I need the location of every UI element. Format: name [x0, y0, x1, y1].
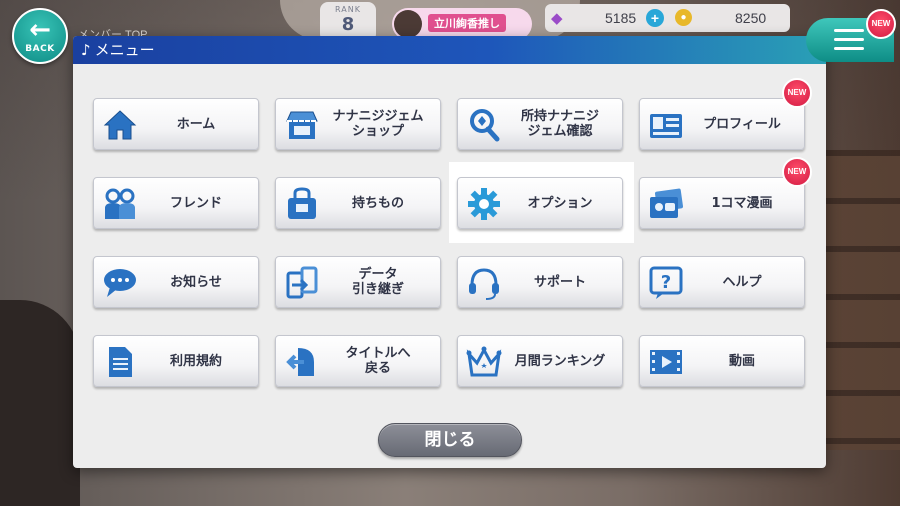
menu-item-label: 月間ランキング	[514, 353, 606, 369]
menu-dialog: ♪ メニュー ホーム ナナニジジェム ショップ 所持ナナニジ ジェム確認 プロフ…	[73, 36, 826, 468]
menu-item-help[interactable]: ? ヘルプ	[639, 256, 805, 308]
document-icon	[109, 347, 132, 377]
add-gem-button[interactable]: +	[646, 9, 664, 27]
crown-icon	[466, 346, 502, 377]
gear-icon	[468, 188, 500, 220]
profile-card-icon	[650, 114, 682, 138]
rank-label: RANK	[335, 5, 361, 14]
friends-icon	[105, 188, 135, 219]
menu-item-support[interactable]: サポート	[457, 256, 623, 308]
currency-bar: ◆ 5185 + ● 8250	[545, 4, 790, 32]
menu-item-label: 持ちもの	[351, 195, 404, 211]
menu-item-terms[interactable]: 利用規約	[93, 335, 259, 387]
coin-count: 8250	[735, 10, 767, 26]
menu-item-label: ヘルプ	[722, 274, 762, 290]
menu-item-monthly-ranking[interactable]: 月間ランキング	[457, 335, 623, 387]
music-note-icon: ♪	[81, 41, 91, 59]
menu-item-comic[interactable]: 1コマ漫画	[639, 177, 805, 229]
home-icon	[103, 110, 137, 140]
bag-icon	[288, 187, 316, 219]
return-title-icon	[286, 348, 314, 376]
svg-text:?: ?	[661, 272, 671, 293]
video-icon	[650, 350, 682, 374]
shop-icon	[286, 111, 318, 139]
menu-item-home[interactable]: ホーム	[93, 98, 259, 150]
coin-icon: ●	[675, 9, 692, 26]
gem-icon: ◆	[551, 10, 563, 27]
menu-item-options[interactable]: オプション	[457, 177, 623, 229]
new-badge: NEW	[782, 78, 812, 108]
menu-item-label: 動画	[728, 353, 755, 369]
comic-icon	[650, 188, 684, 218]
oshi-avatar	[394, 10, 422, 38]
character-hair	[0, 300, 80, 506]
menu-item-label: 利用規約	[169, 353, 222, 369]
close-button[interactable]: 閉じる	[378, 423, 522, 457]
speech-bubble-icon	[104, 269, 136, 297]
menu-item-label: ホーム	[176, 116, 216, 132]
oshi-name: 立川絢香推し	[428, 14, 506, 32]
back-button[interactable]: ← BACK	[12, 8, 68, 64]
new-badge: NEW	[866, 9, 896, 39]
menu-item-label: オプション	[527, 195, 593, 211]
menu-item-friends[interactable]: フレンド	[93, 177, 259, 229]
menu-item-label: 所持ナナニジ ジェム確認	[520, 109, 599, 139]
menu-item-label: お知らせ	[170, 274, 222, 290]
help-icon: ?	[649, 266, 683, 299]
dialog-title: メニュー	[94, 41, 155, 59]
hamburger-icon	[834, 29, 864, 51]
menu-item-gem-check[interactable]: 所持ナナニジ ジェム確認	[457, 98, 623, 150]
menu-item-data-transfer[interactable]: データ 引き継ぎ	[275, 256, 441, 308]
menu-item-label: プロフィール	[703, 116, 781, 132]
menu-item-gem-shop[interactable]: ナナニジジェム ショップ	[275, 98, 441, 150]
menu-item-profile[interactable]: プロフィール	[639, 98, 805, 150]
data-transfer-icon	[286, 266, 318, 299]
dialog-header: ♪ メニュー	[73, 36, 826, 64]
gem-count: 5185	[605, 10, 637, 26]
menu-item-label: データ 引き継ぎ	[351, 267, 404, 297]
new-badge: NEW	[782, 157, 812, 187]
headset-icon	[469, 268, 499, 300]
menu-item-label: タイトルへ 戻る	[345, 346, 411, 376]
menu-item-news[interactable]: お知らせ	[93, 256, 259, 308]
menu-item-video[interactable]: 動画	[639, 335, 805, 387]
menu-item-label: 1コマ漫画	[711, 195, 773, 211]
menu-item-label: フレンド	[169, 195, 222, 211]
menu-item-label: サポート	[533, 274, 586, 290]
background-shelf	[820, 150, 900, 450]
rank-value: 8	[341, 14, 355, 35]
menu-item-belongings[interactable]: 持ちもの	[275, 177, 441, 229]
back-label: BACK	[25, 44, 55, 54]
menu-item-label: ナナニジジェム ショップ	[332, 109, 424, 139]
gem-check-icon	[470, 109, 500, 142]
back-arrow-icon: ←	[29, 15, 51, 45]
menu-item-return-title[interactable]: タイトルへ 戻る	[275, 335, 441, 387]
